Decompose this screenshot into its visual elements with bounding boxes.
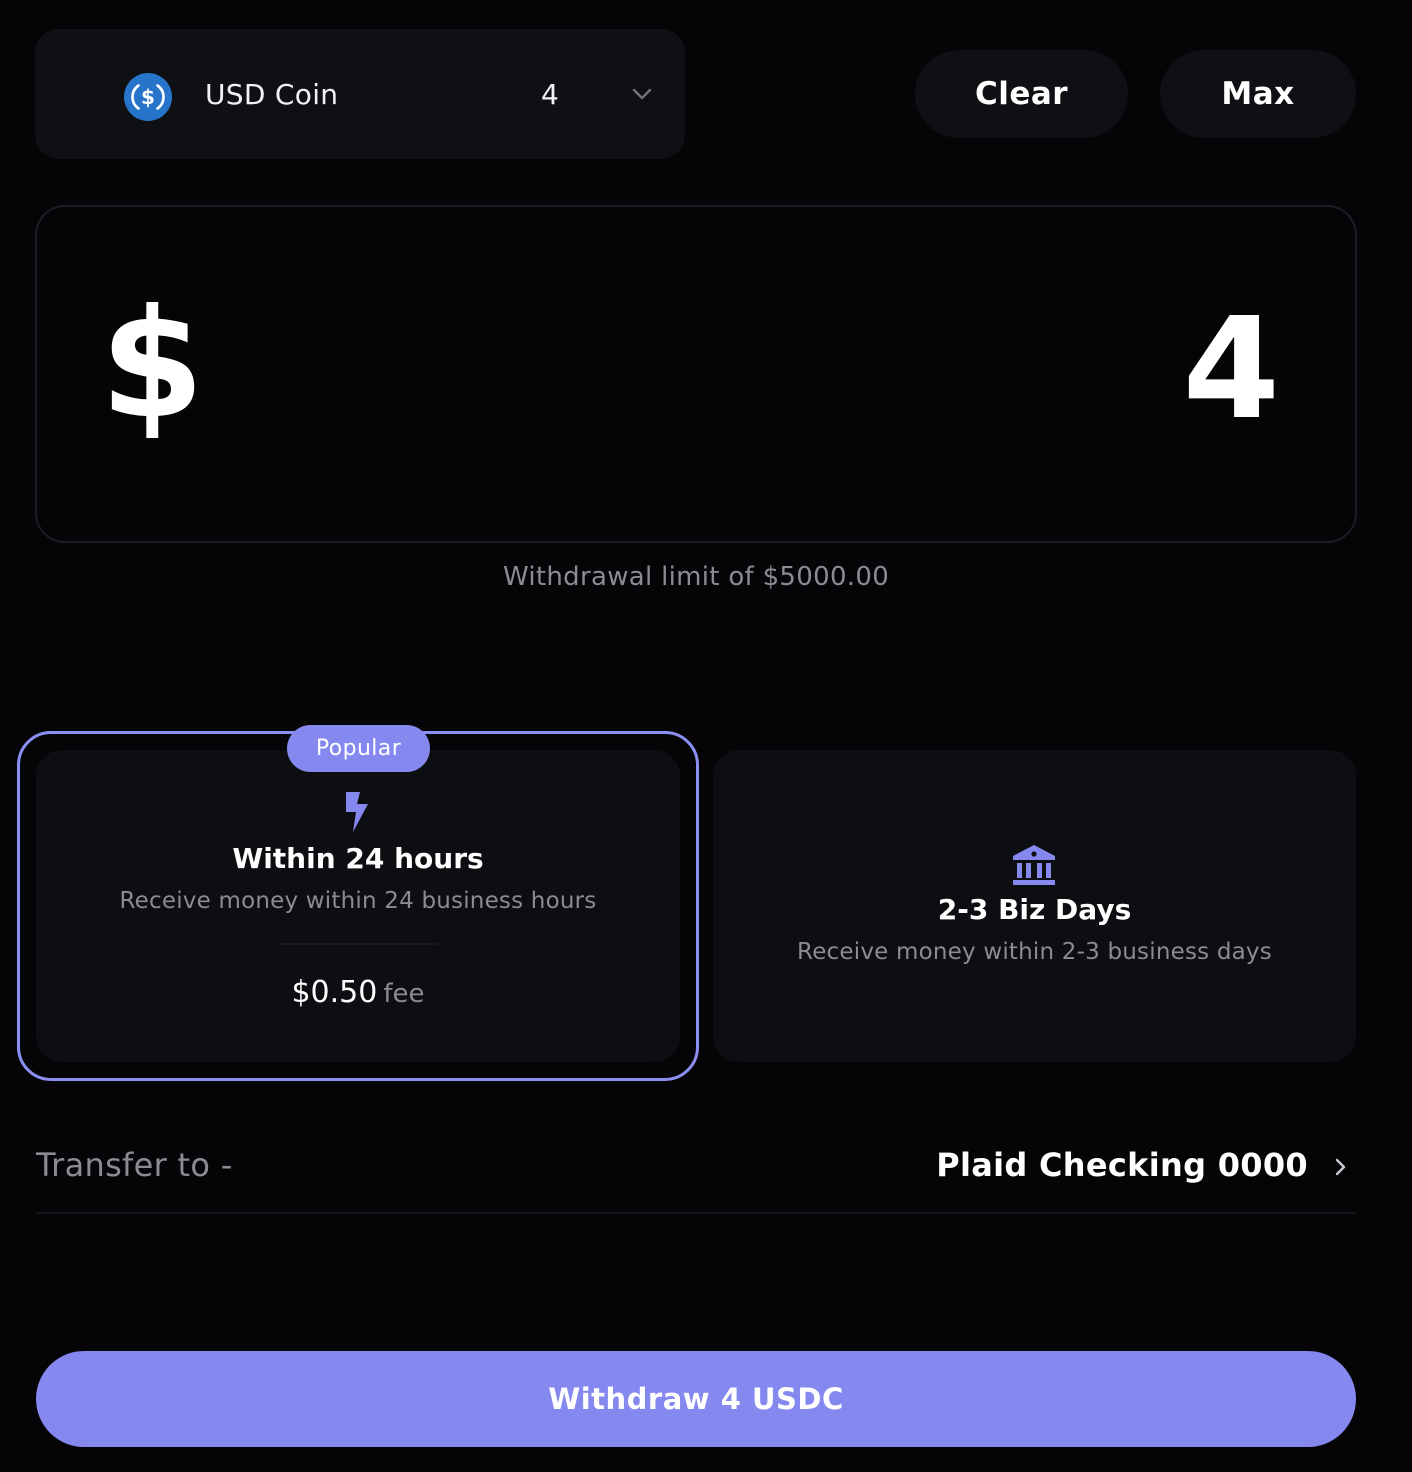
lightning-bolt-icon xyxy=(346,792,368,832)
fee-label: fee xyxy=(383,979,425,1009)
bank-icon xyxy=(1013,845,1055,885)
fast-option-description: Receive money within 24 business hours xyxy=(119,888,597,914)
withdrawal-limit-text: Withdrawal limit of $5000.00 xyxy=(502,562,890,592)
transfer-account: Plaid Checking 0000 xyxy=(936,1146,1308,1184)
usdc-coin-icon: $ xyxy=(124,73,172,121)
chevron-down-icon[interactable] xyxy=(630,84,654,104)
token-name: USD Coin xyxy=(205,78,339,111)
svg-text:$: $ xyxy=(141,85,155,109)
clear-button[interactable]: Clear xyxy=(915,50,1128,138)
transfer-destination-row[interactable]: Transfer to - Plaid Checking 0000 xyxy=(36,1130,1356,1214)
withdraw-button[interactable]: Withdraw 4 USDC xyxy=(36,1351,1356,1447)
amount-input[interactable] xyxy=(35,205,1357,543)
fee-line: $0.50 fee xyxy=(36,975,680,1010)
chevron-right-icon xyxy=(1335,1158,1346,1176)
withdraw-screen: $ USD Coin 4 Clear Max $ 4 Withdrawal li… xyxy=(0,0,1412,1472)
fast-option-title: Within 24 hours xyxy=(232,842,484,875)
amount-value[interactable]: 4 xyxy=(1183,300,1280,440)
fee-divider xyxy=(280,943,438,945)
popular-badge: Popular xyxy=(287,725,430,772)
standard-option-description: Receive money within 2-3 business days xyxy=(797,939,1272,965)
fee-amount: $0.50 xyxy=(291,975,378,1010)
standard-option-title: 2-3 Biz Days xyxy=(937,893,1132,926)
transfer-label: Transfer to - xyxy=(36,1146,233,1184)
currency-symbol: $ xyxy=(100,278,205,452)
token-amount: 4 xyxy=(541,78,559,111)
max-button[interactable]: Max xyxy=(1160,50,1356,138)
